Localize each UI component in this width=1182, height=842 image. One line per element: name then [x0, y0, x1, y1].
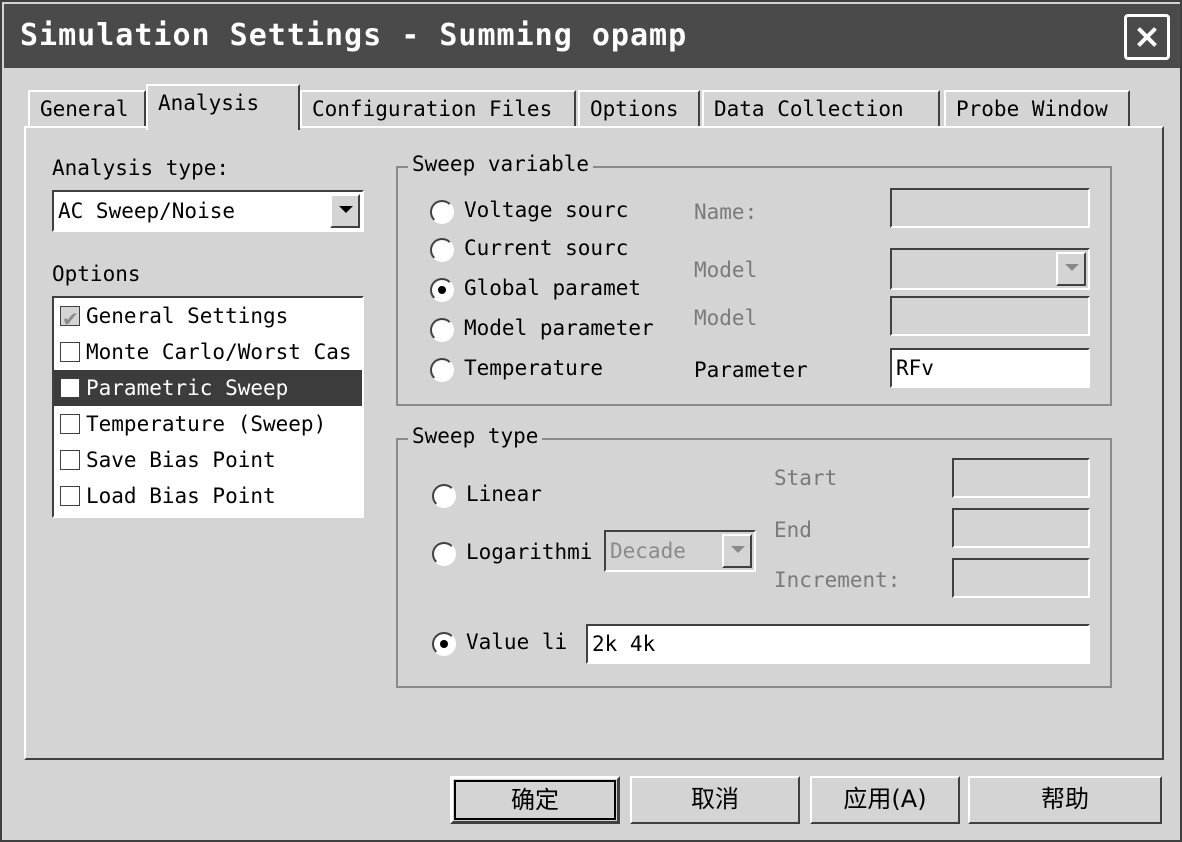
radio-temperature[interactable]	[430, 358, 454, 382]
title-bar: Simulation Settings - Summing opamp	[4, 4, 1180, 68]
radio-value-list-label: Value li	[466, 630, 568, 654]
apply-button[interactable]: 应用(A)	[810, 776, 960, 824]
radio-value-list[interactable]	[432, 632, 456, 656]
analysis-type-label: Analysis type:	[52, 156, 230, 180]
model-type-label: Model	[694, 258, 758, 282]
radio-model-parameter-label: Model parameter	[464, 316, 654, 340]
parameter-name-input[interactable]: RFv	[890, 348, 1090, 388]
tab-probe-window[interactable]: Probe Window	[944, 90, 1130, 128]
value-list-input[interactable]: 2k 4k	[586, 624, 1090, 664]
ok-button[interactable]: 确定	[450, 776, 620, 824]
name-input[interactable]	[890, 188, 1090, 228]
radio-voltage-source[interactable]	[430, 200, 454, 224]
option-temperature-sweep[interactable]: Temperature (Sweep)	[54, 406, 362, 442]
name-label: Name:	[694, 200, 758, 224]
option-save-bias-point[interactable]: Save Bias Point	[54, 442, 362, 478]
help-button[interactable]: 帮助	[968, 776, 1162, 824]
tab-analysis[interactable]: Analysis	[146, 84, 300, 130]
start-input[interactable]	[952, 458, 1090, 498]
cancel-button[interactable]: 取消	[630, 776, 800, 824]
options-list: ✔ General Settings Monte Carlo/Worst Cas…	[52, 296, 364, 518]
analysis-type-value: AC Sweep/Noise	[58, 199, 236, 223]
tab-general[interactable]: General	[28, 90, 146, 128]
radio-temperature-label: Temperature	[464, 356, 604, 380]
radio-current-source[interactable]	[430, 238, 454, 262]
parameter-label: Parameter	[694, 358, 808, 382]
checkbox[interactable]	[60, 486, 80, 506]
model-name-label: Model	[694, 306, 758, 330]
log-scale-value: Decade	[610, 539, 686, 563]
chevron-down-icon[interactable]	[330, 194, 360, 228]
radio-global-parameter-label: Global paramet	[464, 276, 642, 300]
checkbox[interactable]	[60, 414, 80, 434]
tab-options[interactable]: Options	[578, 90, 700, 128]
model-name-input[interactable]	[890, 296, 1090, 336]
option-general-settings[interactable]: ✔ General Settings	[54, 298, 362, 334]
option-load-bias-point[interactable]: Load Bias Point	[54, 478, 362, 514]
sweep-variable-title: Sweep variable	[408, 152, 594, 176]
increment-label: Increment:	[774, 568, 901, 592]
log-scale-select[interactable]: Decade	[604, 530, 756, 572]
checkbox[interactable]	[60, 450, 80, 470]
simulation-settings-dialog: Simulation Settings - Summing opamp Gene…	[0, 0, 1182, 842]
checkbox[interactable]	[60, 342, 80, 362]
option-label: Parametric Sweep	[86, 376, 289, 400]
chevron-down-icon[interactable]	[722, 534, 752, 568]
end-input[interactable]	[952, 508, 1090, 548]
check-icon: ✔	[62, 379, 79, 403]
radio-model-parameter[interactable]	[430, 318, 454, 342]
option-label: Temperature (Sweep)	[86, 412, 327, 436]
option-label: General Settings	[86, 304, 289, 328]
tab-configuration-files[interactable]: Configuration Files	[300, 90, 576, 128]
radio-linear[interactable]	[432, 484, 456, 508]
checkbox[interactable]: ✔	[60, 378, 80, 403]
radio-logarithmic[interactable]	[432, 542, 456, 566]
sweep-type-title: Sweep type	[408, 424, 543, 448]
option-label: Save Bias Point	[86, 448, 276, 472]
model-type-select[interactable]	[890, 248, 1090, 290]
radio-linear-label: Linear	[466, 482, 542, 506]
options-label: Options	[52, 262, 141, 286]
tab-bar: General Analysis Configuration Files Opt…	[26, 84, 1156, 130]
end-label: End	[774, 518, 812, 542]
checkbox[interactable]: ✔	[60, 306, 80, 331]
radio-logarithmic-label: Logarithmi	[466, 540, 593, 564]
tab-data-collection[interactable]: Data Collection	[702, 90, 940, 128]
increment-input[interactable]	[952, 558, 1090, 598]
option-label: Monte Carlo/Worst Cas	[86, 340, 352, 364]
radio-voltage-source-label: Voltage sourc	[464, 198, 629, 222]
window-title: Simulation Settings - Summing opamp	[20, 18, 688, 53]
option-parametric-sweep[interactable]: ✔ Parametric Sweep	[54, 370, 362, 406]
analysis-type-select[interactable]: AC Sweep/Noise	[52, 190, 364, 232]
radio-current-source-label: Current sourc	[464, 236, 629, 260]
chevron-down-icon[interactable]	[1056, 252, 1086, 286]
check-icon: ✔	[62, 307, 79, 331]
close-icon[interactable]	[1124, 14, 1170, 60]
start-label: Start	[774, 466, 838, 490]
radio-global-parameter[interactable]	[430, 278, 454, 302]
option-monte-carlo[interactable]: Monte Carlo/Worst Cas	[54, 334, 362, 370]
option-label: Load Bias Point	[86, 484, 276, 508]
